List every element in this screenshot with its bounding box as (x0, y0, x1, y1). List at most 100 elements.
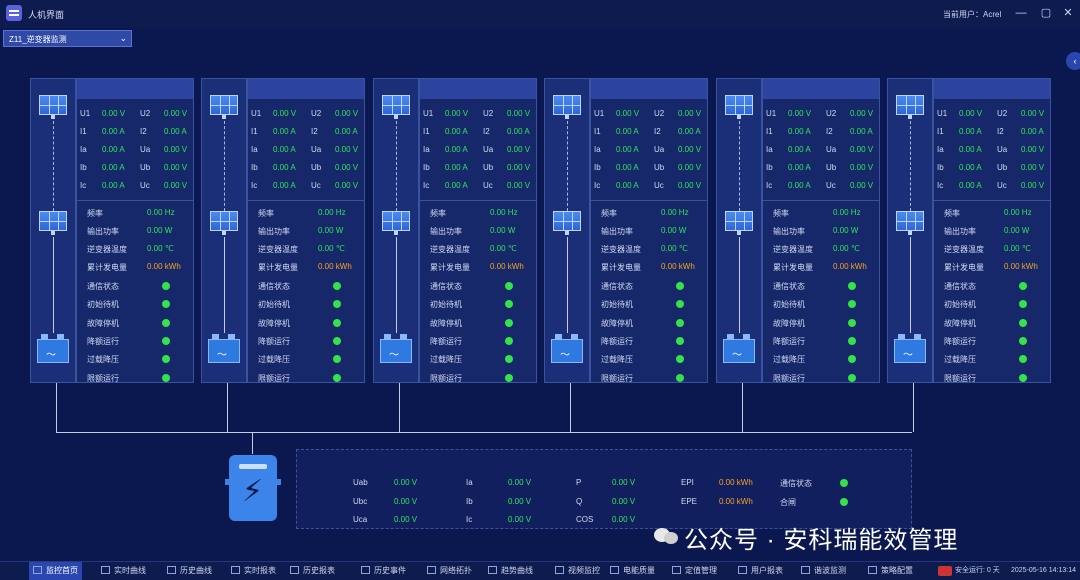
nav-item[interactable]: 趋势曲线 (484, 562, 537, 580)
metric-label: 输出功率 (258, 227, 290, 236)
nav-item[interactable]: 谐波监测 (797, 562, 850, 580)
solar-panel-icon (208, 211, 240, 235)
panel-link-dashed (396, 121, 397, 211)
phase-label: Uc (311, 181, 321, 190)
inverter-data: U1 0.00 V U2 0.00 V I1 0.00 A I2 0.00 A Ia 0.00 A… (933, 78, 1051, 383)
divider (934, 200, 1050, 201)
status-indicator-icon (1019, 318, 1027, 327)
panel-inverter-line (739, 237, 740, 333)
phase-label: Ua (311, 145, 322, 154)
collapse-panel-button[interactable]: ‹ (1066, 52, 1080, 70)
status-label: 通信状态 (944, 282, 976, 291)
phase-value: 0.00 V (164, 145, 188, 154)
page-selector[interactable]: Z11_逆变器监测 ⌄ (3, 30, 132, 47)
phase-label: I2 (997, 127, 1004, 136)
nav-item[interactable]: 电能质量 (606, 562, 659, 580)
phase-value: 0.00 A (1021, 127, 1044, 136)
metric-value: 0.00 ℃ (490, 244, 517, 253)
metric-value: 0.00 Hz (318, 208, 346, 217)
inverter-data: U1 0.00 V U2 0.00 V I1 0.00 A I2 0.00 A Ia 0.00 A… (247, 78, 365, 383)
phase-label: Ib (594, 163, 601, 172)
phase-value: 0.00 V (164, 163, 188, 172)
metric-label: 累计发电量 (87, 263, 127, 272)
nav-item-icon (555, 566, 564, 574)
phase-label: U1 (251, 109, 262, 118)
bus-line (56, 432, 912, 433)
phase-label: Ia (251, 145, 258, 154)
status-indicator-icon (848, 300, 856, 309)
status-indicator-icon (162, 318, 170, 327)
solar-panel-icon (723, 95, 755, 119)
status-indicator-icon (1019, 355, 1027, 364)
nav-item-icon (801, 566, 810, 574)
metric-label: 逆变器温度 (87, 245, 127, 254)
nav-item[interactable]: 网络拓扑 (423, 562, 476, 580)
phase-label: Ia (594, 145, 601, 154)
solar-panel-icon (723, 211, 755, 235)
inverter-card: ～ U1 0.00 V U2 0.00 V I1 0.00 A I2 0.00 A Ia 0.00 … (373, 78, 537, 383)
meter-field-value: 0.00 V (612, 515, 636, 524)
nav-item[interactable]: 历史曲线 (163, 562, 216, 580)
phase-value: 0.00 V (1021, 145, 1045, 154)
phase-label: Ua (140, 145, 151, 154)
inverter-data: U1 0.00 V U2 0.00 V I1 0.00 A I2 0.00 A Ia 0.00 A… (590, 78, 708, 383)
metric-label: 频率 (773, 209, 789, 218)
phase-label: Uc (654, 181, 664, 190)
nav-item[interactable]: 实时报表 (227, 562, 280, 580)
nav-item-label: 历史曲线 (180, 566, 212, 575)
phase-label: Uc (826, 181, 836, 190)
phase-label: Uc (483, 181, 493, 190)
status-indicator-icon (505, 300, 513, 309)
nav-item[interactable]: 历史事件 (357, 562, 410, 580)
meter-field-label: Ubc (353, 496, 368, 506)
phase-label: I2 (483, 127, 490, 136)
page-selector-value: Z11_逆变器监测 (9, 35, 67, 44)
inverter-diagram: ～ (716, 78, 762, 383)
close-button[interactable]: ✕ (1058, 4, 1078, 22)
nav-item[interactable]: 视频监控 (551, 562, 604, 580)
inverter-card: ～ U1 0.00 V U2 0.00 V I1 0.00 A I2 0.00 A Ia 0.00 … (30, 78, 194, 383)
nav-item[interactable]: 监控首页 (29, 562, 82, 580)
solar-panel-icon (37, 95, 69, 119)
meter-field-value: 0.00 V (394, 478, 418, 487)
nav-item[interactable]: 策略配置 (864, 562, 917, 580)
meter-status-indicator-icon (840, 497, 848, 506)
phase-label: I1 (937, 127, 944, 136)
status-indicator-icon (848, 355, 856, 364)
status-label: 限额运行 (944, 373, 976, 383)
phase-label: U2 (826, 109, 837, 118)
window-title: 人机界面 (28, 10, 65, 20)
metric-value: 0.00 ℃ (318, 244, 345, 253)
inverter-header (248, 79, 364, 99)
phase-label: Ua (826, 145, 837, 154)
nav-item[interactable]: 实时曲线 (97, 562, 150, 580)
datetime: 2025-05-16 14:13:14 (1011, 567, 1076, 574)
phase-value: 0.00 A (616, 163, 639, 172)
meter-field-value: 0.00 V (394, 515, 418, 524)
wechat-icon (654, 524, 680, 546)
status-indicator-icon (333, 282, 341, 290)
watermark-text: 公众号 · 安科瑞能效管理 (684, 527, 959, 554)
metric-label: 输出功率 (87, 227, 119, 236)
phase-label: I1 (251, 127, 258, 136)
phase-value: 0.00 A (788, 145, 811, 154)
maximize-button[interactable]: ▢ (1036, 4, 1056, 22)
metric-label: 频率 (430, 209, 446, 218)
inverter-drop-line (227, 383, 228, 432)
phase-label: Ia (766, 145, 773, 154)
status-label: 初始待机 (258, 300, 290, 310)
meter-field-value: 0.00 V (394, 496, 418, 506)
nav-item[interactable]: 历史报表 (286, 562, 339, 580)
status-label: 降额运行 (773, 336, 805, 346)
nav-item[interactable]: 定值管理 (668, 562, 721, 580)
inverter-card: ～ U1 0.00 V U2 0.00 V I1 0.00 A I2 0.00 A Ia 0.00 … (716, 78, 880, 383)
metric-value: 0.00 ℃ (833, 244, 860, 253)
meter-field-value: 0.00 V (612, 478, 636, 487)
minimize-button[interactable]: — (1011, 4, 1031, 22)
nav-item-label: 谐波监测 (814, 566, 846, 575)
phase-value: 0.00 V (1021, 181, 1045, 190)
status-indicator-icon (1019, 336, 1027, 345)
nav-item[interactable]: 用户报表 (734, 562, 787, 580)
status-label: 故障停机 (601, 318, 633, 328)
status-indicator-icon (1019, 300, 1027, 309)
